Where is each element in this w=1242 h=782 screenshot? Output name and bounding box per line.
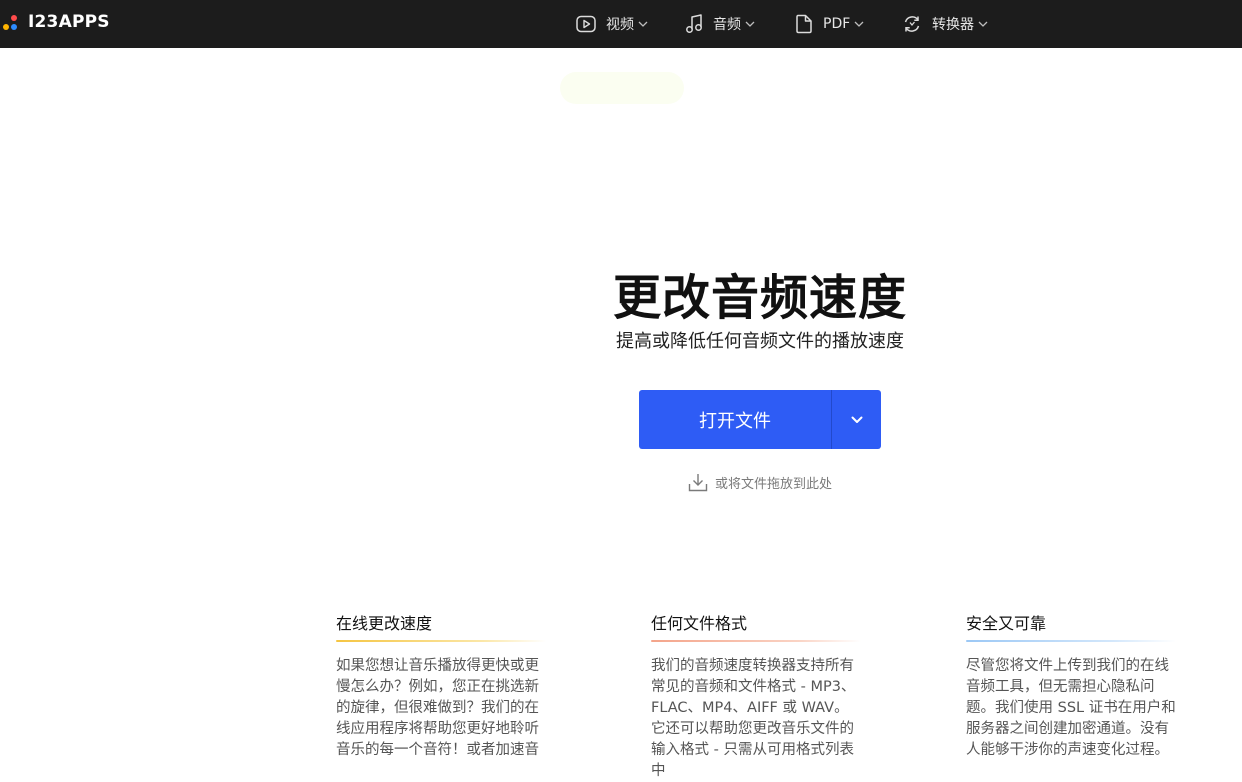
feature-description: 如果您想让音乐播放得更快或更慢怎么办？例如，您正在挑选新的旋律，但很难做到？我们… — [336, 658, 539, 758]
chevron-down-icon — [638, 21, 648, 27]
feature-card-secure: 安全又可靠 尽管您将文件上传到我们的在线音频工具，但无需担心隐私问题。我们使用 … — [966, 612, 1181, 761]
chevron-down-icon — [978, 21, 988, 27]
feature-divider — [336, 640, 546, 642]
feature-title: 安全又可靠 — [966, 614, 1047, 633]
page-title: 更改音频速度 — [612, 270, 907, 326]
feature-card-change-speed: 在线更改速度 如果您想让音乐播放得更快或更慢怎么办？例如，您正在挑选新的旋律，但… — [336, 612, 551, 761]
download-icon — [688, 473, 708, 491]
music-note-icon — [686, 14, 702, 33]
feature-divider — [966, 640, 1176, 642]
logo-dots-icon — [2, 12, 24, 32]
ghost-badge — [560, 72, 684, 104]
chevron-down-icon — [851, 416, 862, 423]
nav-item-pdf[interactable]: PDF — [795, 0, 864, 48]
feature-card-any-format: 任何文件格式 我们的音频速度转换器支持所有常见的音频和文件格式 - MP3、FL… — [651, 612, 866, 782]
feature-title: 在线更改速度 — [336, 614, 433, 633]
nav-item-video[interactable]: 视频 — [576, 0, 648, 48]
video-play-icon — [576, 15, 596, 33]
open-file-button[interactable]: 打开文件 — [639, 390, 831, 449]
chevron-down-icon — [854, 21, 864, 27]
nav-item-converter[interactable]: 转换器 — [902, 0, 988, 48]
feature-description: 我们的音频速度转换器支持所有常见的音频和文件格式 - MP3、FLAC、MP4、… — [651, 658, 856, 779]
open-file-options-button[interactable] — [832, 390, 881, 449]
feature-title: 任何文件格式 — [651, 614, 748, 633]
open-file-button-group: 打开文件 — [639, 390, 881, 449]
chevron-down-icon — [745, 21, 755, 27]
document-icon — [796, 14, 812, 34]
brand-name: I23APPS — [28, 12, 110, 32]
feature-description: 尽管您将文件上传到我们的在线音频工具，但无需担心隐私问题。我们使用 SSL 证书… — [966, 658, 1176, 758]
nav-label-video: 视频 — [606, 17, 634, 33]
nav-label-audio: 音频 — [713, 17, 741, 33]
drop-zone-hint: 或将文件拖放到此处 — [688, 472, 832, 492]
nav-label-pdf: PDF — [823, 16, 851, 32]
page-subtitle: 提高或降低任何音频文件的播放速度 — [616, 331, 904, 352]
feature-divider — [651, 640, 861, 642]
nav-item-audio[interactable]: 音频 — [685, 0, 755, 48]
top-navigation-bar: I23APPS 视频 音频 PDF 转换器 — [0, 0, 1242, 48]
nav-label-converter: 转换器 — [932, 17, 974, 33]
drop-hint-text: 或将文件拖放到此处 — [715, 476, 833, 492]
convert-icon — [904, 16, 920, 32]
brand-logo[interactable]: I23APPS — [2, 10, 110, 34]
